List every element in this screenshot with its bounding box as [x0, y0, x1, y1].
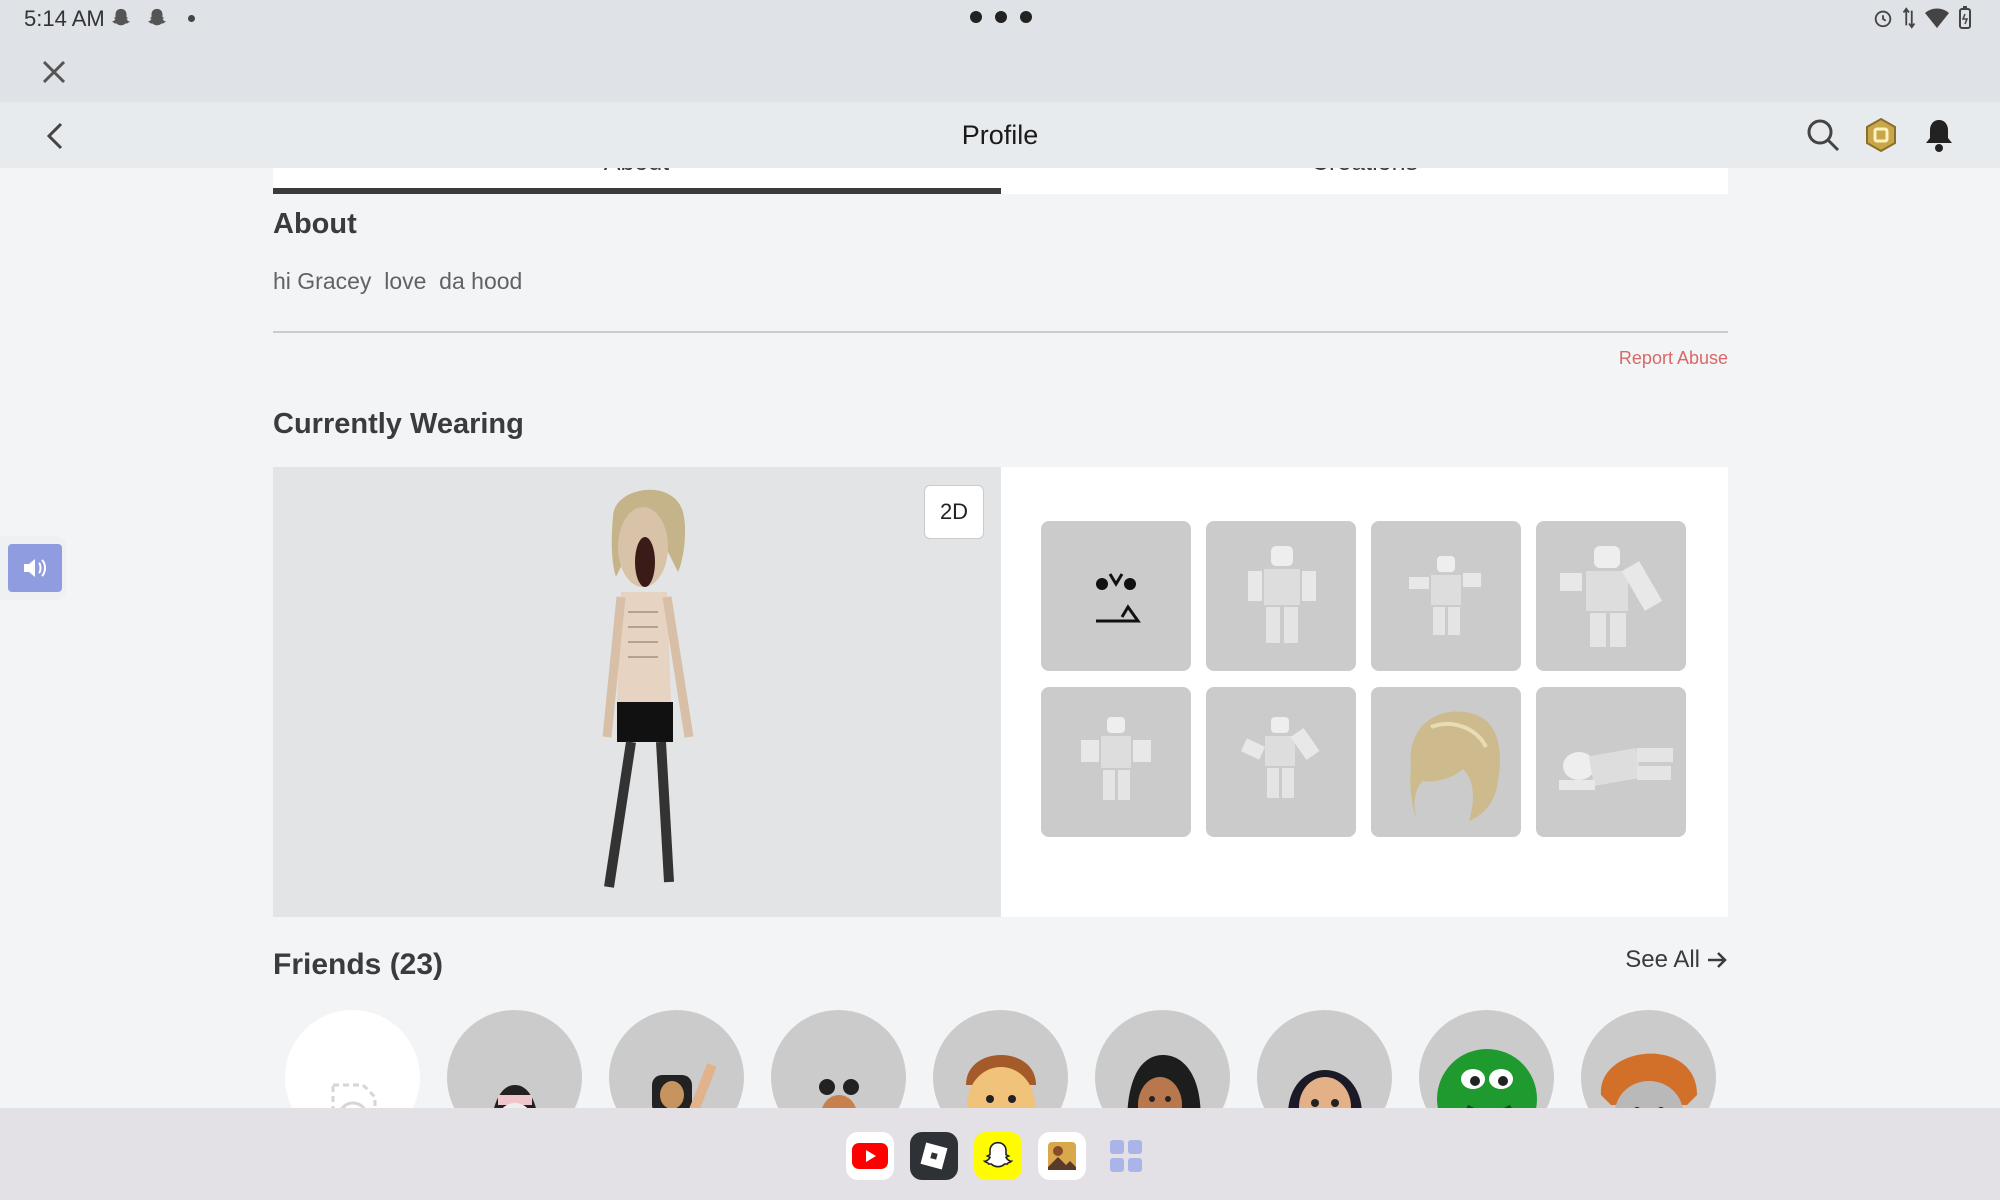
animation-icon [1240, 717, 1320, 798]
tab-creations[interactable]: Creations [1001, 168, 1728, 177]
animation-icon [1559, 748, 1673, 790]
youtube-icon [852, 1143, 888, 1169]
friend-headshot-icon [651, 1063, 717, 1108]
friends-heading: Friends (23) [273, 948, 444, 981]
about-heading: About [273, 208, 357, 240]
friend-avatar[interactable] [1257, 1010, 1392, 1108]
friend-headshot-icon [1127, 1055, 1200, 1108]
currently-wearing-panel: 2D [273, 467, 1728, 917]
divider [273, 331, 1728, 333]
taskbar-dock [0, 1108, 2000, 1200]
animation-icon [1248, 546, 1316, 643]
wearing-item[interactable] [1206, 687, 1356, 837]
speaker-icon [24, 559, 46, 577]
toggle-2d-button[interactable]: 2D [924, 485, 984, 539]
avatar-viewer[interactable]: 2D [273, 467, 1001, 917]
alarm-icon [1874, 10, 1892, 28]
page-title: Profile [961, 120, 1039, 150]
wearing-item[interactable] [1536, 521, 1686, 671]
robux-icon [1866, 117, 1896, 153]
wearing-item[interactable] [1371, 521, 1521, 671]
sound-control-tab [0, 536, 66, 600]
status-time: 5:14 AM [24, 6, 105, 31]
dock-app-gallery[interactable] [1038, 1132, 1086, 1180]
report-abuse-link[interactable]: Report Abuse [1619, 348, 1728, 369]
more-notifications-dot [188, 15, 195, 22]
app-drawer-icon [1110, 1140, 1142, 1172]
dock-app-drawer[interactable] [1102, 1132, 1150, 1180]
dock-app-youtube[interactable] [846, 1132, 894, 1180]
see-all-friends-link[interactable]: See All [1625, 946, 1728, 974]
sound-toggle-button[interactable] [8, 544, 62, 592]
friends-carousel [285, 1010, 1716, 1108]
currently-wearing-heading: Currently Wearing [273, 408, 524, 440]
search-icon [1807, 119, 1840, 152]
webview-close-bar [0, 36, 2000, 102]
roblox-icon [920, 1142, 948, 1170]
gallery-icon [1048, 1142, 1076, 1170]
friend-headshot-icon [1436, 1049, 1537, 1108]
friend-avatar[interactable] [285, 1010, 420, 1108]
wearing-items-grid [1041, 521, 1686, 837]
notifications-button[interactable] [1918, 114, 1960, 156]
wearing-item[interactable] [1041, 521, 1191, 671]
friend-avatar[interactable] [609, 1010, 744, 1108]
wearing-item[interactable] [1536, 687, 1686, 837]
avatar-3d-figure [602, 489, 694, 888]
about-description: hi Gracey love da hood [273, 268, 523, 294]
robux-button[interactable] [1860, 114, 1902, 156]
status-bar: 5:14 AM [0, 0, 2000, 36]
friend-avatar[interactable] [447, 1010, 582, 1108]
wearing-item[interactable] [1206, 521, 1356, 671]
snapchat-icon [982, 1141, 1014, 1168]
see-all-label: See All [1625, 946, 1700, 973]
animation-icon [1081, 717, 1151, 800]
wifi-icon [1925, 8, 1949, 28]
tab-about[interactable]: About [273, 168, 1000, 177]
friend-headshot-icon [1600, 1053, 1697, 1108]
friend-avatar[interactable] [1581, 1010, 1716, 1108]
friend-headshot-icon [1288, 1070, 1361, 1108]
multitask-dots-icon[interactable] [970, 11, 1032, 23]
app-header: Profile [0, 102, 2000, 168]
close-icon[interactable] [34, 52, 74, 92]
dock-app-roblox[interactable] [910, 1132, 958, 1180]
data-arrows-icon [1902, 7, 1916, 29]
profile-content: About Creations About hi Gracey love da … [273, 168, 1728, 1108]
friend-avatar[interactable] [1419, 1010, 1554, 1108]
wearing-item[interactable] [1371, 687, 1521, 837]
hair-icon [1410, 711, 1500, 821]
friend-headshot-icon [965, 1055, 1036, 1108]
search-button[interactable] [1802, 114, 1844, 156]
unavailable-image-icon [331, 1083, 376, 1108]
animation-icon [1409, 556, 1481, 635]
friend-headshot-icon [818, 1079, 859, 1108]
snapchat-notification-icon [111, 8, 131, 26]
active-tab-indicator [273, 188, 1001, 194]
friend-avatar[interactable] [933, 1010, 1068, 1108]
wearing-item[interactable] [1041, 687, 1191, 837]
system-icons [1872, 6, 1972, 30]
battery-icon [1959, 6, 1971, 29]
arrow-right-icon [1708, 952, 1727, 968]
friend-headshot-icon [493, 1085, 536, 1108]
profile-tabs: About Creations [273, 168, 1728, 194]
bell-icon [1926, 120, 1952, 152]
face-icon [1096, 573, 1141, 623]
friend-avatar[interactable] [771, 1010, 906, 1108]
snapchat-notification-icon [147, 8, 167, 26]
friend-avatar[interactable] [1095, 1010, 1230, 1108]
dock-app-snapchat[interactable] [974, 1132, 1022, 1180]
animation-icon [1560, 546, 1663, 647]
